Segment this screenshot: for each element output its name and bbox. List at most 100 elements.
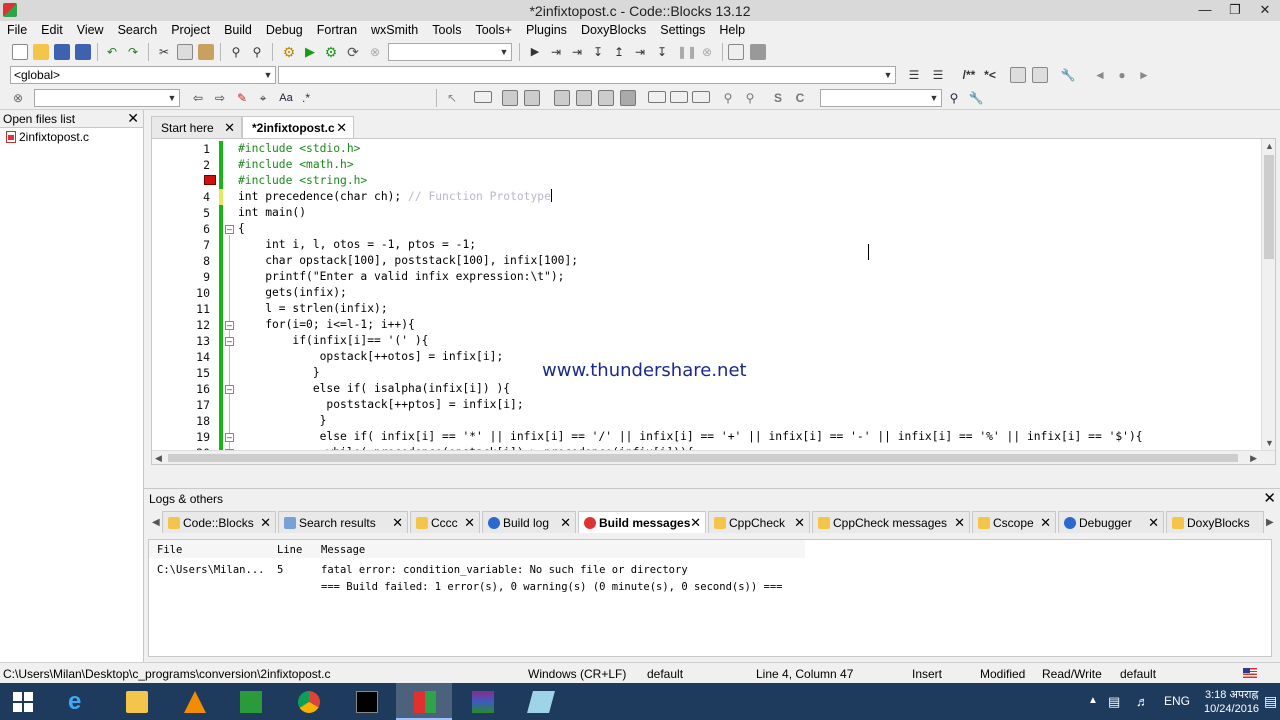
menu-tools-plus[interactable]: Tools+ [468,21,518,40]
menu-project[interactable]: Project [164,21,217,40]
clear-search-icon[interactable]: ⊗ [10,90,26,106]
tab-close-icon[interactable]: ✕ [1040,515,1051,531]
zoom-in-icon[interactable]: ⚲ [720,90,736,106]
debug-start-icon[interactable]: ▶ [527,44,543,60]
taskbar-chrome[interactable] [280,683,336,720]
start-button[interactable] [0,683,48,720]
taskbar-app[interactable] [512,683,568,720]
clock-time[interactable]: 3:18 अपराह्न [1205,687,1258,702]
regex-icon[interactable]: .* [298,90,314,106]
widget-panel-icon[interactable] [502,90,518,106]
open-file-item[interactable]: 2infixtopost.c [6,130,89,144]
menu-plugins[interactable]: Plugins [519,21,574,40]
doxywizard-icon[interactable] [1010,67,1026,83]
toggle-bookmark-icon[interactable]: ● [1114,67,1130,83]
build-messages-list[interactable]: File Line Message C:\Users\Milan... 5 fa… [148,539,1272,657]
tab-cppcheck[interactable]: CppCheck ✕ [708,511,810,533]
tab-close-icon[interactable]: ✕ [560,515,571,531]
menu-debug[interactable]: Debug [259,21,310,40]
debug-info-icon[interactable] [750,44,766,60]
highlight-icon[interactable]: ✎ [234,90,250,106]
symbol-search-combo[interactable]: ▼ [820,89,942,107]
next-line-icon[interactable]: ⇥ [569,44,585,60]
close-panel-icon[interactable]: ✕ [127,110,139,127]
next-bookmark-icon[interactable]: ► [1136,67,1152,83]
menu-search[interactable]: Search [111,21,165,40]
zoom-out-icon[interactable]: ⚲ [742,90,758,106]
tab-close-icon[interactable]: ✕ [954,515,965,531]
menu-view[interactable]: View [70,21,111,40]
symbol-s-icon[interactable]: S [770,90,786,106]
undo-icon[interactable]: ↶ [104,44,120,60]
tray-expand-icon[interactable]: ▲ [1088,695,1098,706]
close-logs-icon[interactable]: ✕ [1263,489,1276,507]
tabs-scroll-right-icon[interactable]: ▶ [1266,517,1274,528]
wrench-icon[interactable]: 🔧 [1060,67,1076,83]
abort-icon[interactable]: ⊗ [367,44,383,60]
rebuild-icon[interactable]: ⟳ [345,44,361,60]
scroll-down-icon[interactable]: ▼ [1265,438,1274,448]
cut-icon[interactable]: ✂ [156,44,172,60]
select-pointer-icon[interactable]: ↖ [444,90,460,106]
tab-close-icon[interactable]: ✕ [260,515,271,531]
fold-toggle-icon[interactable]: – [225,225,234,234]
build-target-combo[interactable]: ▼ [388,43,512,61]
column-message[interactable]: Message [321,544,365,556]
tab-close-icon[interactable]: ✕ [336,120,347,136]
doxy-config-icon[interactable] [1032,67,1048,83]
jump-forward-icon[interactable]: ☰ [930,67,946,83]
scroll-left-icon[interactable]: ◀ [155,453,162,464]
widget-sizer-v-icon[interactable] [576,90,592,106]
column-line[interactable]: Line [277,544,302,556]
menu-tools[interactable]: Tools [425,21,468,40]
redo-icon[interactable]: ↷ [125,44,141,60]
taskbar-winrar[interactable] [454,683,510,720]
vertical-scroll-thumb[interactable] [1264,155,1274,259]
tab-build-messages[interactable]: Build messages ✕ [578,511,706,533]
next-instruction-icon[interactable]: ⇥ [632,44,648,60]
pause-icon[interactable]: ❚❚ [677,44,697,60]
taskbar-vlc[interactable] [166,683,222,720]
clock-date[interactable]: 10/24/2016 [1204,703,1259,715]
copy-icon[interactable] [177,44,193,60]
selected-text-icon[interactable]: ⌖ [255,90,271,106]
taskbar-internet-explorer[interactable]: e [50,683,106,720]
replace-icon[interactable]: ⚲ [249,44,265,60]
scroll-up-icon[interactable]: ▲ [1265,141,1274,151]
fold-toggle-icon[interactable]: – [225,385,234,394]
breakpoint-marker[interactable] [204,175,216,185]
tab-doxyblocks[interactable]: DoxyBlocks [1166,511,1264,533]
horizontal-scroll-thumb[interactable] [168,454,1238,462]
tab-cccc[interactable]: Cccc ✕ [410,511,480,533]
build-gear-icon[interactable]: ⚙ [281,44,297,60]
menu-help[interactable]: Help [712,21,752,40]
paste-icon[interactable] [198,44,214,60]
search-prev-icon[interactable]: ⇦ [190,90,206,106]
symbol-find-icon[interactable]: ⚲ [946,90,962,106]
step-into-icon[interactable]: ↧ [590,44,606,60]
editor-vertical-scrollbar[interactable]: ▲ ▼ [1261,139,1275,464]
menu-settings[interactable]: Settings [653,21,712,40]
menu-doxyblocks[interactable]: DoxyBlocks [574,21,653,40]
fold-toggle-icon[interactable]: – [225,337,234,346]
debug-windows-icon[interactable] [728,44,744,60]
menu-build[interactable]: Build [217,21,259,40]
menu-wxsmith[interactable]: wxSmith [364,21,425,40]
tab-build-log[interactable]: Build log ✕ [482,511,576,533]
open-file-icon[interactable] [33,44,49,60]
symbol-c-icon[interactable]: C [792,90,808,106]
editor-horizontal-scrollbar[interactable]: ◀ ▶ [152,450,1275,464]
widget-button-icon[interactable] [648,91,666,103]
stop-debug-icon[interactable]: ⊗ [699,44,715,60]
tab-close-icon[interactable]: ✕ [1148,515,1159,531]
widget-box-icon[interactable] [620,90,636,106]
menu-file[interactable]: File [0,21,34,40]
widget-frame-icon[interactable] [474,91,492,103]
widget-grid-icon[interactable] [598,90,614,106]
save-icon[interactable] [54,44,70,60]
tab-search-results[interactable]: Search results ✕ [278,511,408,533]
scroll-right-icon[interactable]: ▶ [1250,453,1257,464]
tab-cscope[interactable]: Cscope ✕ [972,511,1056,533]
notifications-icon[interactable]: ▤ [1264,693,1277,710]
comment-block-icon[interactable]: /** [958,67,980,83]
